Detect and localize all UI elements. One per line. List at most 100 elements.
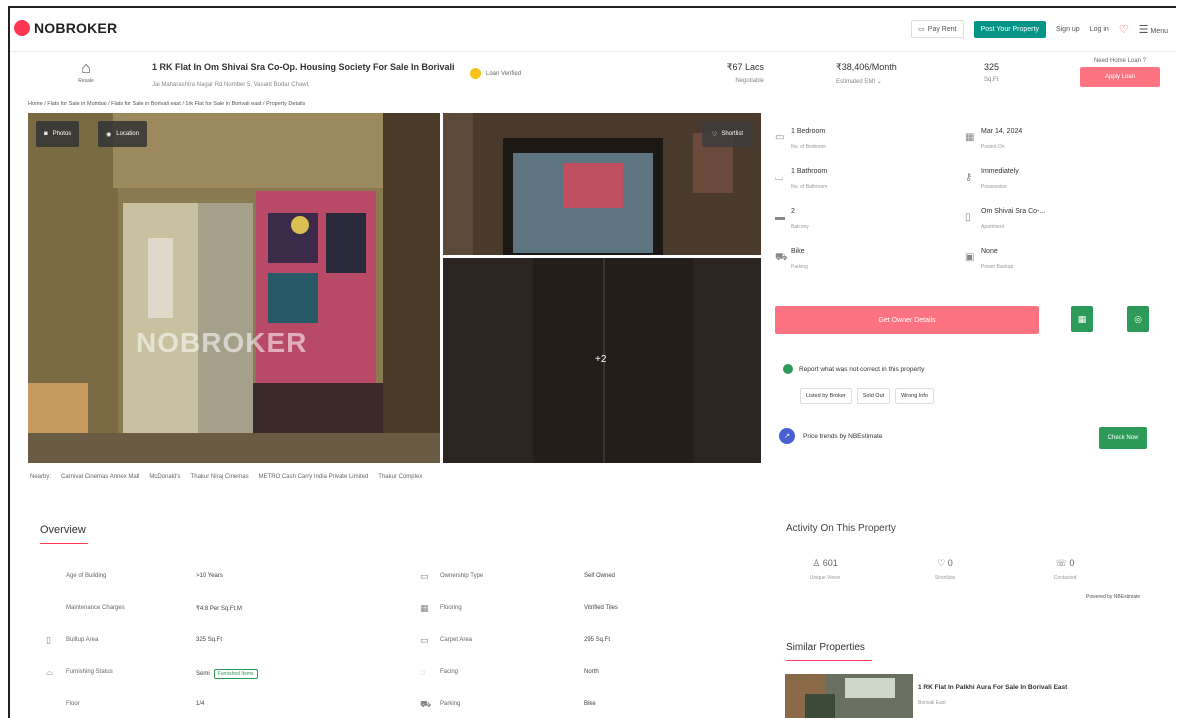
more-photos-count[interactable]: +2 <box>595 354 606 365</box>
overview-label: Facing <box>440 669 459 675</box>
detail-possession: ⚷ Immediately Possession <box>965 166 1145 198</box>
overview-label: Maintenance Charges <box>66 605 125 611</box>
menu-label: Menu <box>1150 27 1168 35</box>
phone-icon: ☏ <box>1055 558 1067 568</box>
logo-text: NOBROKER <box>34 20 118 36</box>
detail-label: Power Backup <box>981 264 1014 270</box>
overview-row: ◌ Facing North <box>420 667 750 681</box>
shortlist-label: Shortlist <box>721 131 743 137</box>
similar-property-card[interactable]: 1 RK Flat In Palkhi Aura For Sale In Bor… <box>785 674 1155 718</box>
activity-title: Activity On This Property <box>786 523 896 534</box>
location-button[interactable]: ◉ Location <box>98 121 147 147</box>
report-option-broker[interactable]: Listed by Broker <box>800 388 852 404</box>
detail-value: Mar 14, 2024 <box>981 128 1023 135</box>
main-photo[interactable]: ◙ Photos ◉ Location NOBROKER <box>28 113 440 463</box>
nearby-places: Nearby: Carnival Cinemas Annex Mall McDo… <box>30 474 422 480</box>
similar-underline <box>786 660 872 661</box>
overview-row: Floor 1/4 <box>46 699 376 713</box>
area-icon: ▯ <box>46 635 51 645</box>
trend-icon: ↗ <box>779 428 795 444</box>
detail-value: Immediately <box>981 168 1019 175</box>
key-icon: ⚷ <box>965 172 973 183</box>
detail-bedroom: ▭ 1 Bedroom No. of Bedroom <box>775 126 955 158</box>
nearby-place[interactable]: Thakur Complex <box>378 474 422 480</box>
report-option-wrong[interactable]: Wrong Info <box>895 388 934 404</box>
get-owner-details-button[interactable]: Get Owner Details <box>775 306 1039 334</box>
overview-label: Carpet Area <box>440 637 473 643</box>
verified-label: Loan Verified <box>486 70 522 77</box>
side-photo-top[interactable]: ♡ Shortlist <box>443 113 761 255</box>
furnished-items-badge[interactable]: Furnished Items <box>213 669 258 679</box>
contacted-value: ☏ 0 <box>1010 558 1120 569</box>
emi-block[interactable]: ₹38,406/Month Estimated EMI ⌄ <box>836 62 956 85</box>
similar-property-photo <box>785 674 913 718</box>
post-property-button[interactable]: Post Your Property <box>973 20 1046 38</box>
trend-label: Price trends by NBEstimate <box>803 432 883 440</box>
detail-label: Parking <box>791 264 808 270</box>
nearby-place[interactable]: METRO Cash Carry India Private Limited <box>259 474 369 480</box>
nearby-place[interactable]: Carnival Cinemas Annex Mall <box>61 474 139 480</box>
verified-icon <box>470 68 481 79</box>
contacted-count: 0 <box>1069 558 1075 568</box>
photos-button[interactable]: ◙ Photos <box>36 121 80 147</box>
report-section: Report what was not correct in this prop… <box>783 364 924 374</box>
hamburger-icon: ☰ <box>1138 23 1149 36</box>
detail-parking: ⛟ Bike Parking <box>775 246 955 278</box>
detail-value: 1 Bedroom <box>791 128 826 135</box>
similar-photo-drawing <box>785 674 913 718</box>
heart-icon[interactable]: ♡ <box>1119 23 1129 36</box>
nobroker-logo[interactable]: NOBROKER <box>14 20 117 36</box>
overview-row: ▭ Carpet Area 295 Sq.Ft <box>420 635 750 649</box>
area-block: 325 Sq.Ft <box>984 62 999 83</box>
price-sub: Negotiable <box>735 78 764 84</box>
similar-property-location: Borivali East <box>918 700 946 706</box>
shortlists-count: 0 <box>947 558 953 568</box>
menu-button[interactable]: ☰ Menu <box>1139 23 1168 36</box>
detail-value: None <box>981 248 998 255</box>
flooring-icon: ▦ <box>420 603 429 613</box>
check-now-button[interactable]: Check Now <box>1099 427 1147 449</box>
sign-up-link[interactable]: Sign up <box>1056 26 1080 33</box>
contacted-label: Contacted <box>1053 575 1077 581</box>
overview-value: ₹4.8 Per Sq.Ft.M <box>196 606 242 612</box>
overview-row: ⌓ Furnishing Status Semi Furnished Items <box>46 667 376 681</box>
pay-rent-button[interactable]: ▭ Pay Rent <box>911 20 964 38</box>
car-icon: ⛟ <box>775 252 788 263</box>
detail-apartment: ▯ Om Shivai Sra Co-... Apartment <box>965 206 1145 238</box>
overview-row: Maintenance Charges ₹4.8 Per Sq.Ft.M <box>46 603 376 617</box>
home-loan-block: Need Home Loan ? Apply Loan <box>1080 58 1160 87</box>
breadcrumb[interactable]: Home / Flats for Sale in Mumbai / Flats … <box>28 101 305 107</box>
area-value: 325 <box>984 62 1000 72</box>
detail-value: Bike <box>791 248 805 255</box>
property-header: ⌂ Resale 1 RK Flat In Om Shivai Sra Co-O… <box>10 56 1176 98</box>
nearby-label: Nearby: <box>30 474 52 480</box>
similar-properties-title: Similar Properties <box>786 642 865 653</box>
shortlist-button[interactable]: ♡ Shortlist <box>701 121 753 147</box>
parking-icon: ⛟ <box>420 699 432 709</box>
chevron-down-icon: ⌄ <box>876 79 882 85</box>
bed-icon: ▭ <box>775 132 785 143</box>
wallet-icon: ▭ <box>918 26 925 33</box>
nearby-place[interactable]: Thakur Niraj Cinemas <box>191 474 249 480</box>
logo-icon <box>14 20 30 36</box>
overview-value: 325 Sq.Ft <box>196 637 223 643</box>
share-button[interactable]: ◎ <box>1127 306 1149 332</box>
overview-value: Semi Furnished Items <box>196 669 258 679</box>
calendar-button[interactable]: ▦ <box>1071 306 1093 332</box>
overview-value: Bike <box>584 701 596 707</box>
battery-icon: ▣ <box>965 252 975 263</box>
apply-loan-button[interactable]: Apply Loan <box>1080 67 1160 87</box>
detail-label: No. of Bathroom <box>791 184 828 190</box>
ownership-icon: ▭ <box>420 571 429 581</box>
report-text: Report what was not correct in this prop… <box>799 365 925 373</box>
detail-balcony: ▬ 2 Balcony <box>775 206 955 238</box>
overview-row: ▦ Flooring Vitrified Tiles <box>420 603 750 617</box>
sofa-icon: ⌓ <box>46 667 54 677</box>
activity-views: ♙ 601 Unique Views <box>770 558 880 581</box>
nearby-place[interactable]: McDonald's <box>149 474 180 480</box>
detail-label: Possession <box>981 184 1007 190</box>
side-photo-bottom[interactable]: +2 <box>443 258 761 463</box>
overview-title: Overview <box>40 524 86 536</box>
log-in-link[interactable]: Log in <box>1090 26 1109 33</box>
report-option-sold[interactable]: Sold Out <box>856 388 891 404</box>
